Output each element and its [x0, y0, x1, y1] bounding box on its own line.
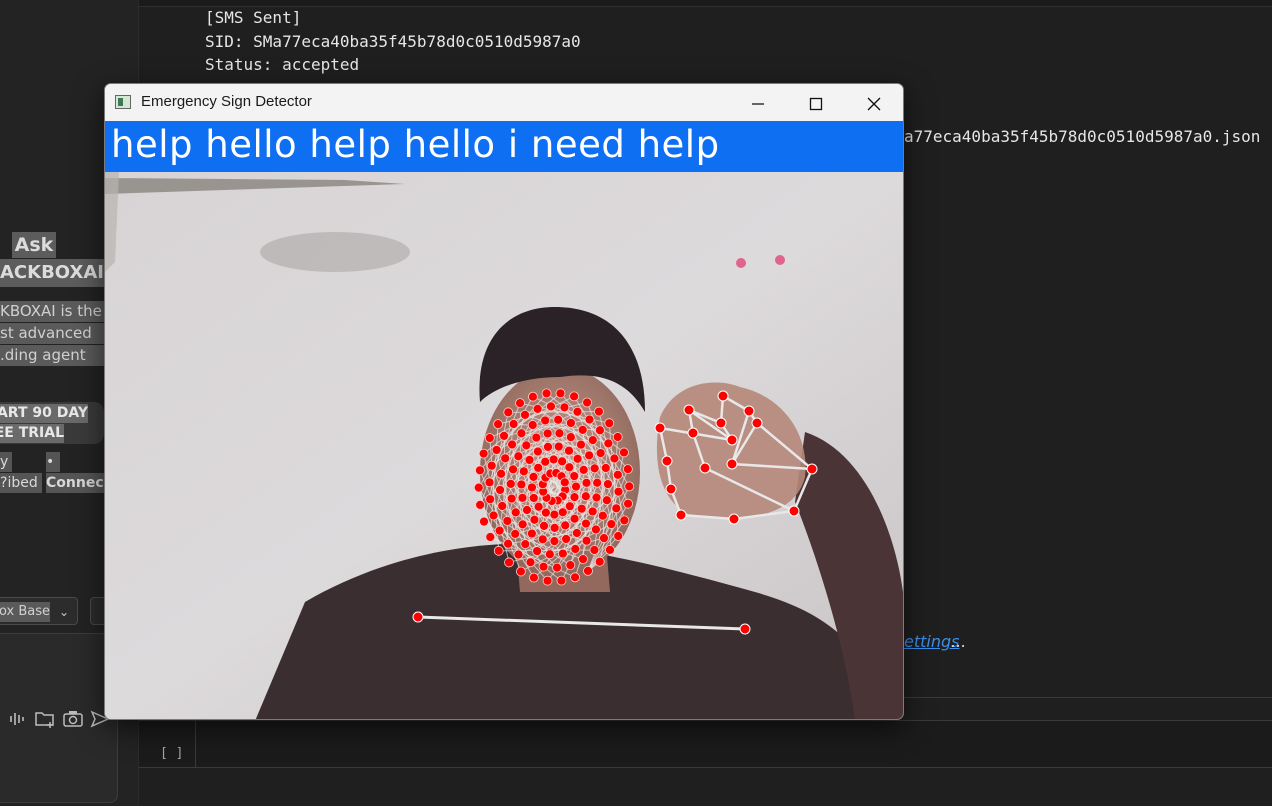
connect-link[interactable]: Connec — [46, 473, 106, 493]
window-titlebar[interactable]: Emergency Sign Detector — [105, 84, 903, 121]
camera-feed — [105, 172, 903, 719]
trial-line-2: EE TRIAL — [0, 424, 64, 443]
footer-text-2: ibed? — [0, 473, 42, 493]
footer-text-1: y — [0, 452, 12, 472]
free-trial-button[interactable]: ART 90 DAY EE TRIAL — [0, 402, 104, 444]
brand-name: ACKBOXAI — [0, 259, 106, 287]
maximize-button[interactable] — [787, 84, 845, 121]
notebook-cell[interactable] — [139, 720, 1272, 768]
detected-signs-banner: help hello help hello i need help — [105, 121, 903, 172]
window-title: Emergency Sign Detector — [141, 93, 312, 110]
terminal-line-sid: SID: SMa77eca40ba35f45b78d0c0510d5987a0 — [205, 32, 581, 51]
terminal-json-path: a77eca40ba35f45b78d0c0510d5987a0.json — [904, 127, 1261, 146]
footer-bullet: • — [46, 452, 60, 472]
description-line-3: ding agent. — [0, 345, 104, 366]
ceiling-fan-hub — [260, 232, 410, 272]
chevron-down-icon: ⌄ — [58, 605, 69, 619]
settings-ellipsis: ... — [951, 632, 967, 651]
model-select[interactable]: ox Base ⌄ — [0, 597, 78, 625]
cell-execution-count: [ ] — [160, 746, 184, 761]
app-icon — [115, 95, 131, 109]
ask-title: Ask — [12, 232, 56, 258]
terminal-line-status: Status: accepted — [205, 55, 360, 74]
emergency-sign-detector-window[interactable]: Emergency Sign Detector help hello help … — [104, 83, 904, 720]
waveform-icon[interactable] — [7, 709, 29, 731]
description-line-2: st advanced — [0, 323, 104, 344]
detected-signs-text: help hello help hello i need help — [111, 123, 720, 166]
close-button[interactable] — [845, 84, 903, 121]
trial-line-1: ART 90 DAY — [0, 404, 88, 423]
description-line-1: KBOXAI is the — [0, 301, 104, 322]
folder-add-icon[interactable] — [34, 709, 56, 731]
minimize-button[interactable] — [729, 84, 787, 121]
model-select-label: ox Base — [0, 602, 50, 622]
camera-icon[interactable] — [62, 709, 84, 731]
terminal-line-sms-sent: [SMS Sent] — [205, 8, 302, 27]
editor-tab-strip — [139, 0, 1272, 7]
